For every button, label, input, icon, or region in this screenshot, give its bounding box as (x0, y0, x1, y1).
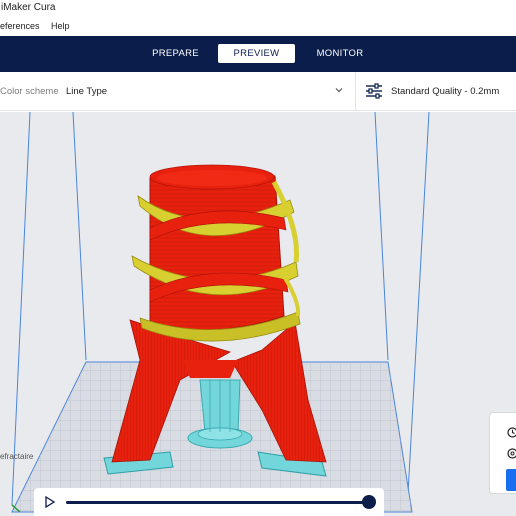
preview-viewport[interactable] (0, 112, 516, 516)
preview-header: Color scheme Line Type Standard Quality … (0, 72, 516, 111)
layer-slider-handle[interactable] (362, 495, 376, 509)
layer-playback-bar (34, 488, 384, 516)
menu-bar: eferences Help (0, 17, 516, 36)
volume-edge (406, 112, 430, 513)
save-to-disk-button[interactable] (506, 469, 516, 491)
volume-edge (374, 112, 389, 361)
model-body (131, 164, 301, 342)
sliders-icon[interactable] (365, 82, 383, 100)
volume-edge (72, 112, 87, 361)
menu-preferences[interactable]: eferences (0, 21, 40, 31)
play-icon[interactable] (44, 496, 56, 508)
build-volume-render (11, 112, 430, 513)
volume-edge (11, 112, 31, 506)
color-scheme-select[interactable]: Line Type (66, 86, 107, 97)
object-name-label: efractaire (0, 452, 34, 461)
menu-help[interactable]: Help (51, 21, 70, 31)
header-divider (355, 72, 356, 111)
tab-prepare[interactable]: PREPARE (148, 44, 203, 63)
layer-slider-track[interactable] (66, 501, 370, 504)
clock-icon (507, 427, 516, 438)
tab-preview[interactable]: PREVIEW (218, 44, 295, 63)
print-info-panel (489, 412, 516, 494)
window-title: iMaker Cura (1, 2, 56, 13)
tab-monitor[interactable]: MONITOR (310, 44, 370, 63)
title-bar: iMaker Cura (0, 0, 516, 17)
spool-icon (507, 448, 516, 459)
chevron-down-icon[interactable] (334, 85, 344, 95)
print-quality-selector[interactable]: Standard Quality - 0.2mm (391, 86, 499, 97)
stage-bar: PREPARE PREVIEW MONITOR (0, 36, 516, 72)
color-scheme-label: Color scheme (0, 86, 59, 97)
